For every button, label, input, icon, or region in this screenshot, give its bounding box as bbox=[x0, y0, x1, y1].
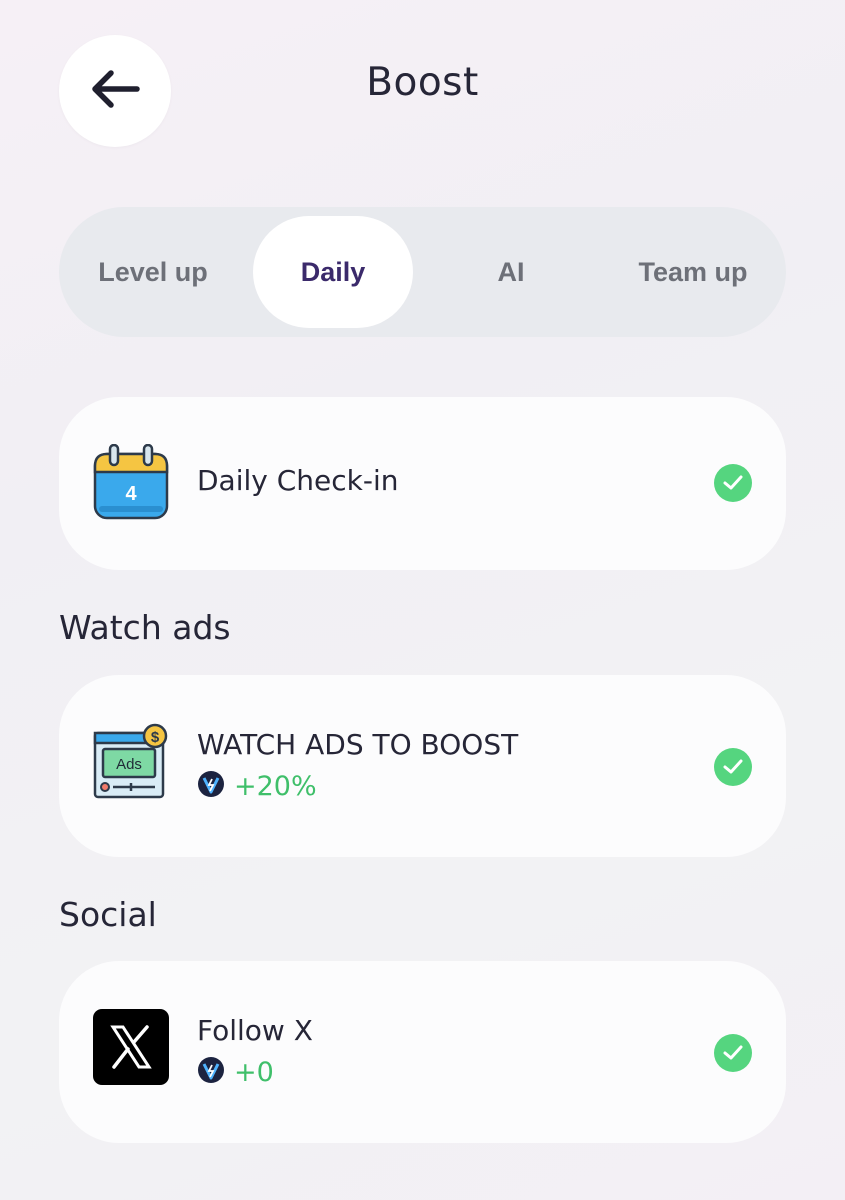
ads-icon-label: Ads bbox=[116, 756, 142, 773]
ads-screen-icon: Ads $ bbox=[93, 723, 171, 805]
daily-checkin-title: Daily Check-in bbox=[197, 464, 399, 497]
calendar-day-number: 4 bbox=[125, 483, 137, 505]
svg-text:$: $ bbox=[151, 729, 160, 746]
section-title-social: Social bbox=[59, 895, 157, 934]
tab-bar: Level up Daily AI Team up bbox=[59, 207, 786, 337]
completed-check-icon bbox=[714, 1034, 752, 1072]
watch-ads-card[interactable]: Ads $ WATCH ADS TO BOOST +20% bbox=[59, 675, 786, 857]
watch-ads-reward: +20% bbox=[197, 770, 317, 802]
reward-value: +0 bbox=[234, 1056, 274, 1088]
watch-ads-title: WATCH ADS TO BOOST bbox=[197, 728, 519, 761]
boost-token-icon bbox=[197, 770, 225, 802]
page-title: Boost bbox=[366, 60, 479, 105]
tab-team-up[interactable]: Team up bbox=[609, 216, 777, 328]
tab-daily[interactable]: Daily bbox=[253, 216, 413, 328]
follow-x-title: Follow X bbox=[197, 1014, 313, 1047]
section-title-watch-ads: Watch ads bbox=[59, 608, 231, 647]
follow-x-card[interactable]: Follow X +0 bbox=[59, 961, 786, 1143]
tab-level-up[interactable]: Level up bbox=[63, 216, 243, 328]
boost-token-icon bbox=[197, 1056, 225, 1088]
calendar-icon: 4 bbox=[93, 443, 169, 526]
x-logo-icon bbox=[93, 1009, 169, 1089]
completed-check-icon bbox=[714, 748, 752, 786]
reward-value: +20% bbox=[234, 770, 317, 802]
tab-ai[interactable]: AI bbox=[431, 216, 591, 328]
completed-check-icon bbox=[714, 464, 752, 502]
follow-x-reward: +0 bbox=[197, 1056, 274, 1088]
daily-checkin-card[interactable]: 4 Daily Check-in bbox=[59, 397, 786, 570]
